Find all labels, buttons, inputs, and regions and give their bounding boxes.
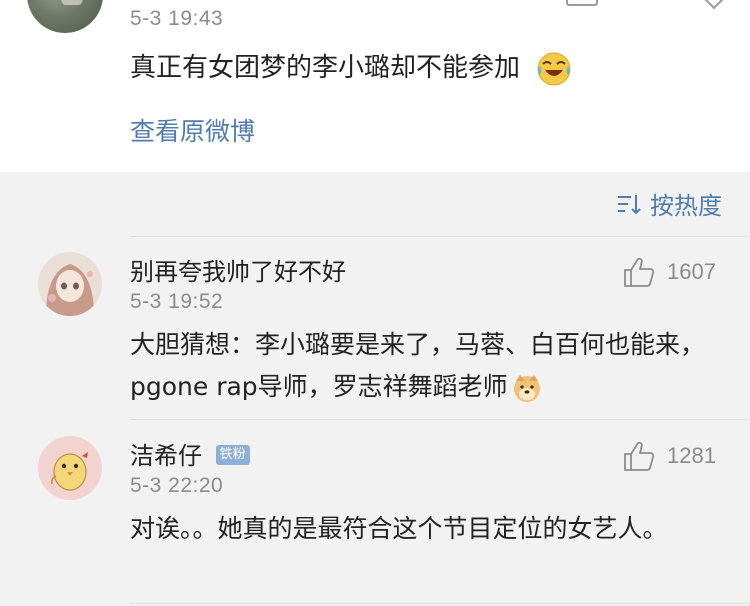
repost-icon[interactable] bbox=[566, 0, 598, 6]
comment-timestamp: 5-3 19:52 bbox=[130, 290, 224, 313]
thumbs-up-icon bbox=[624, 441, 655, 471]
sort-icon bbox=[618, 194, 641, 214]
like-button[interactable]: 1607 bbox=[623, 256, 716, 288]
commenter-username[interactable]: 洁希仔 bbox=[130, 442, 202, 470]
comment-text: 大胆猜想：李小璐要是来了，马蓉、白百何也能来，pgone rap导师，罗志祥舞蹈… bbox=[130, 330, 706, 401]
post-text: 真正有女团梦的李小璐却不能参加 bbox=[130, 53, 521, 83]
iron-fan-badge: 铁粉 bbox=[215, 445, 250, 465]
like-count: 1607 bbox=[667, 259, 716, 284]
original-post-card: 5-3 19:43 真正有女团梦的李小璐却不能参加 查看原微博 bbox=[0, 0, 750, 172]
commenter-username-row: 洁希仔 铁粉 bbox=[130, 440, 250, 472]
doge-emoji-icon bbox=[513, 375, 540, 402]
laugh-cry-emoji-icon bbox=[537, 52, 571, 85]
commenter-username[interactable]: 别再夸我帅了好不好 bbox=[130, 256, 346, 288]
divider bbox=[130, 603, 750, 604]
comment-timestamp: 5-3 22:20 bbox=[130, 474, 224, 497]
anime-girl-avatar-icon bbox=[38, 252, 102, 316]
divider bbox=[130, 419, 750, 420]
view-original-weibo-link[interactable]: 查看原微博 bbox=[130, 112, 255, 152]
divider bbox=[130, 236, 750, 237]
comment-text: 对诶。。她真的是最符合这个节目定位的女艺人。 bbox=[130, 514, 668, 543]
chevron-down-icon[interactable] bbox=[702, 0, 726, 10]
sort-label: 按热度 bbox=[650, 192, 722, 220]
post-timestamp: 5-3 19:43 bbox=[130, 7, 224, 30]
thumbs-up-icon bbox=[624, 257, 655, 287]
commenter-avatar[interactable] bbox=[38, 252, 102, 316]
sort-by-hot-button[interactable]: 按热度 bbox=[616, 186, 722, 221]
comment-text-block: 大胆猜想：李小璐要是来了，马蓉、白百何也能来，pgone rap导师，罗志祥舞蹈… bbox=[130, 324, 720, 408]
chick-avatar-icon bbox=[38, 436, 102, 500]
commenter-avatar[interactable] bbox=[38, 436, 102, 500]
like-count: 1281 bbox=[667, 443, 716, 468]
post-text-line: 真正有女团梦的李小璐却不能参加 bbox=[130, 48, 572, 88]
post-author-avatar[interactable] bbox=[27, 0, 103, 33]
like-button[interactable]: 1281 bbox=[623, 440, 716, 472]
